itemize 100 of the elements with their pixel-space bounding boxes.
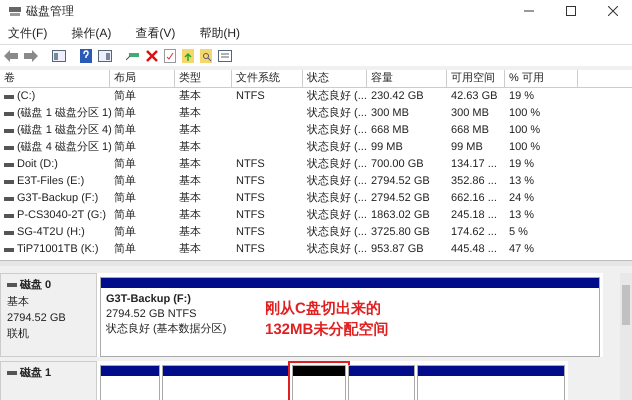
table-cell-text: 99 MB xyxy=(451,140,483,156)
drive-icon xyxy=(4,128,14,132)
table-cell-text: NTFS xyxy=(236,242,265,258)
menu-item[interactable]: 帮助(H) xyxy=(195,24,244,42)
table-cell-text: 简单 xyxy=(114,106,136,122)
table-cell-text: 245.18 ... xyxy=(451,208,497,224)
table-cell-text: 状态良好 (... xyxy=(307,242,367,258)
disk-name: 磁盘 0 xyxy=(20,278,52,293)
drive-icon xyxy=(4,214,14,218)
checklist-icon[interactable] xyxy=(164,48,176,62)
table-cell-text: (磁盘 4 磁盘分区 1) xyxy=(17,140,112,156)
table-cell-text: P-CS3040-2T (G:) xyxy=(17,208,106,224)
column-header[interactable]: 文件系统 xyxy=(232,70,303,87)
drive-icon xyxy=(4,162,14,166)
table-cell-text: 基本 xyxy=(179,191,201,206)
table-cell-text: 基本 xyxy=(179,89,201,104)
help-icon[interactable] xyxy=(80,48,92,62)
table-cell-text: 445.48 ... xyxy=(451,242,497,258)
table-cell-text: 24 % xyxy=(509,191,534,206)
back-arrow-icon[interactable] xyxy=(4,50,18,62)
table-cell-text: 基本 xyxy=(179,157,201,172)
drive-icon xyxy=(4,180,14,184)
panel-icon[interactable] xyxy=(52,50,66,62)
table-cell-text: 简单 xyxy=(114,89,136,104)
table-cell-text: 19 % xyxy=(509,89,534,104)
partition-text: 状态良好 (基本数据分区) xyxy=(106,322,226,337)
drive-icon xyxy=(4,248,14,252)
partition-text: G3T-Backup (F:) xyxy=(106,292,191,307)
table-cell-text: 简单 xyxy=(114,225,136,240)
table-cell-text: Doit (D:) xyxy=(17,157,58,172)
table-cell-text: 基本 xyxy=(179,242,201,258)
forward-arrow-icon[interactable] xyxy=(24,50,38,62)
drive-icon xyxy=(4,94,14,98)
table-cell-text: (C:) xyxy=(17,89,36,104)
table-cell-text: (磁盘 1 磁盘分区 4) xyxy=(17,123,112,138)
close-icon[interactable] xyxy=(608,6,618,16)
table-cell-text: E3T-Files (E:) xyxy=(17,174,84,190)
maximize-icon[interactable] xyxy=(566,6,576,16)
column-header[interactable]: 可用空间 xyxy=(447,70,505,87)
table-cell-text: 662.16 ... xyxy=(451,191,497,206)
table-cell-text: NTFS xyxy=(236,225,265,240)
drive-icon xyxy=(7,371,17,376)
disk-info-text: 2794.52 GB xyxy=(7,310,67,326)
column-header[interactable]: 类型 xyxy=(175,70,232,87)
table-cell-text: 19 % xyxy=(509,157,534,172)
table-cell-text: NTFS xyxy=(236,208,265,224)
drive-icon xyxy=(4,196,14,200)
table-cell-text: 简单 xyxy=(114,242,136,258)
table-cell-text: TiP71001TB (K:) xyxy=(17,242,99,258)
table-cell-text: 状态良好 (... xyxy=(307,106,367,122)
drive-icon xyxy=(7,283,17,288)
table-cell-text: 状态良好 (... xyxy=(307,174,367,190)
menu-item[interactable]: 文件(F) xyxy=(4,24,52,42)
disk-name: 磁盘 1 xyxy=(20,366,52,381)
table-cell-text: 100 % xyxy=(509,140,540,156)
properties-icon[interactable] xyxy=(218,50,232,62)
table-cell-text: 300 MB xyxy=(451,106,489,122)
table-cell-text: 3725.80 GB xyxy=(371,225,430,240)
table-cell-text: 状态良好 (... xyxy=(307,140,367,156)
table-cell-text: 状态良好 (... xyxy=(307,224,367,240)
table-cell-text: 100 % xyxy=(509,123,540,138)
folder-search-icon[interactable] xyxy=(200,48,212,62)
drive-icon xyxy=(4,146,14,150)
table-cell-text: G3T-Backup (F:) xyxy=(17,191,98,206)
table-cell-text: 简单 xyxy=(114,174,136,190)
panel-icon[interactable] xyxy=(98,50,112,62)
table-cell-text: 668 MB xyxy=(451,123,489,138)
partition-text: 2794.52 GB NTFS xyxy=(106,307,196,322)
table-cell-text: 基本 xyxy=(179,123,201,138)
table-cell-text: 668 MB xyxy=(371,123,409,138)
table-cell-text: 简单 xyxy=(114,123,136,138)
table-cell-text: 2794.52 GB xyxy=(371,174,430,190)
table-cell-text: NTFS xyxy=(236,191,265,206)
table-cell-text: 99 MB xyxy=(371,140,403,156)
column-header[interactable]: % 可用 xyxy=(505,70,578,87)
table-cell-text: 47 % xyxy=(509,242,534,258)
disk-info-text: 基本 xyxy=(7,294,30,310)
folder-up-icon[interactable] xyxy=(182,48,194,62)
table-cell-text: 953.87 GB xyxy=(371,242,424,258)
table-cell-text: 230.42 GB xyxy=(371,89,424,104)
table-cell-text: 300 MB xyxy=(371,106,409,122)
column-header[interactable]: 容量 xyxy=(367,70,447,87)
table-cell-text: 100 % xyxy=(509,106,540,122)
table-cell-text: NTFS xyxy=(236,157,265,172)
disk-drive-icon xyxy=(8,5,22,17)
drive-icon xyxy=(4,112,14,116)
menu-item[interactable]: 查看(V) xyxy=(131,24,180,42)
table-cell-text: (磁盘 1 磁盘分区 1) xyxy=(17,106,112,122)
table-cell-text: SG-4T2U (H:) xyxy=(17,225,85,240)
window-title: 磁盘管理 xyxy=(26,3,74,20)
column-header[interactable]: 卷 xyxy=(0,70,110,87)
menu-item[interactable]: 操作(A) xyxy=(67,24,116,42)
drive-icon xyxy=(4,230,14,234)
table-cell-text: 13 % xyxy=(509,174,534,190)
table-cell-text: 状态良好 (... xyxy=(307,190,367,206)
table-cell-text: 基本 xyxy=(179,174,201,190)
column-header[interactable]: 布局 xyxy=(110,70,175,87)
delete-icon[interactable] xyxy=(146,50,158,62)
column-header[interactable]: 状态 xyxy=(303,70,367,87)
table-cell-text: 134.17 ... xyxy=(451,157,497,172)
